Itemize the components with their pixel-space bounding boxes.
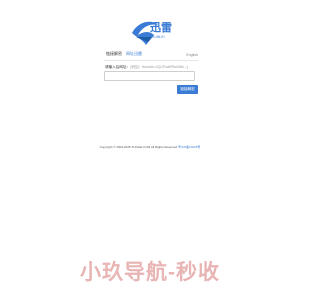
footer: Copyright © 2003-2025 XUNLEI.COM All Rig… bbox=[0, 145, 300, 149]
icp-link[interactable]: 粤ICP备10235号 bbox=[178, 145, 200, 149]
thunder-url-input[interactable] bbox=[104, 71, 195, 81]
thunder-bird-logo-icon: 迅雷 XUNLEI bbox=[132, 21, 172, 45]
hint-example: (例如：thunder://QUFodHRwOi8v...) bbox=[130, 65, 189, 69]
tab-web-thunder[interactable]: 网址迅雷 bbox=[126, 51, 142, 57]
url-hint: 请输入后网址：(例如：thunder://QUFodHRwOi8v...) bbox=[105, 65, 188, 70]
watermark-text: 小玖导航-秒收 bbox=[80, 261, 220, 284]
language-switch-link[interactable]: English bbox=[186, 52, 198, 58]
xunlei-logo: 迅雷 XUNLEI bbox=[128, 15, 176, 47]
decode-panel: 链接解密 网址迅雷 English 请输入后网址：(例如：thunder://Q… bbox=[104, 46, 198, 94]
tab-link-decode[interactable]: 链接解密 bbox=[106, 51, 122, 57]
copyright-text: Copyright © 2003-2025 XUNLEI.COM All Rig… bbox=[99, 145, 178, 149]
logo-subtext: XUNLEI bbox=[152, 35, 165, 39]
hint-label: 请输入后网址： bbox=[105, 65, 131, 69]
tab-bar: 链接解密 网址迅雷 English bbox=[104, 46, 198, 61]
decode-submit-button[interactable]: 链接解密 bbox=[177, 85, 198, 94]
logo-text: 迅雷 bbox=[150, 21, 172, 34]
